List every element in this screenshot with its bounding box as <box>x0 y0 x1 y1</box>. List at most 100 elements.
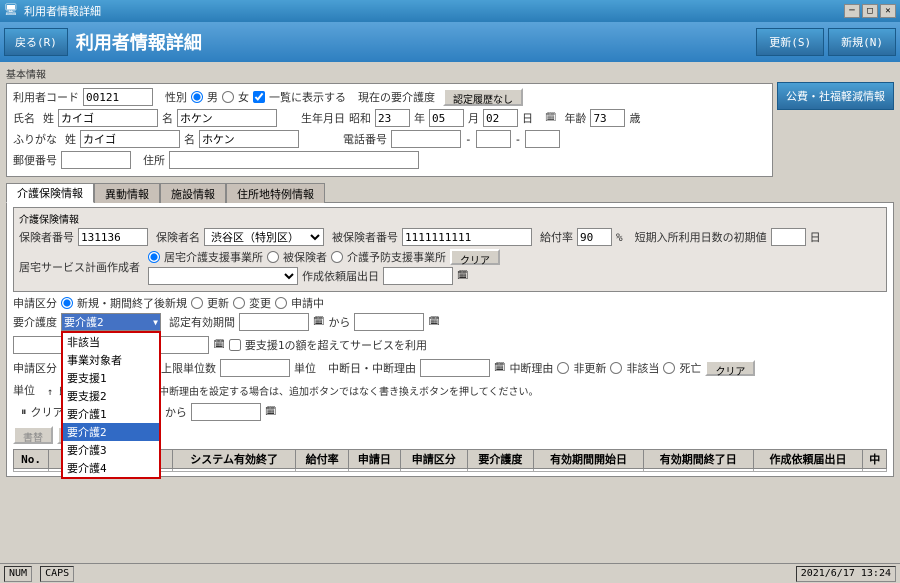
shibou-label: 死亡 <box>679 360 701 376</box>
care-service-select[interactable] <box>148 267 298 285</box>
dropdown-item-0[interactable]: 非該当 <box>63 333 159 351</box>
kyufu-gen-input[interactable] <box>220 359 290 377</box>
birth-year-input[interactable] <box>375 109 410 127</box>
birth-month-unit: 月 <box>468 110 479 126</box>
dropdown-item-2[interactable]: 要支援1 <box>63 369 159 387</box>
shibou-radio[interactable] <box>663 362 675 374</box>
hoken-name-select[interactable]: 渋谷区（特別区） <box>204 228 324 246</box>
nintei-yuko-from-input[interactable] <box>239 313 309 331</box>
yokaigo-label: 要介護度 <box>13 314 57 330</box>
user-code-input[interactable] <box>83 88 153 106</box>
care-service-clear-btn[interactable]: クリア <box>450 249 500 265</box>
nintei-yuko-label: 認定有効期間 <box>169 314 235 330</box>
dropdown-item-1[interactable]: 事業対象者 <box>63 351 159 369</box>
kakikae-btn[interactable]: 書替 <box>13 426 53 444</box>
shinsei-1-radio[interactable] <box>61 297 73 309</box>
furigana-sei-label: 姓 <box>65 131 76 147</box>
furigana-mei-input[interactable] <box>199 130 299 148</box>
chuudan-riyu-label: 中断理由 <box>509 360 553 376</box>
hoken-no-input[interactable] <box>78 228 148 246</box>
sakusei-input[interactable] <box>383 267 453 285</box>
sei-input[interactable] <box>58 109 158 127</box>
unit-label: 単位 <box>13 382 35 398</box>
tab-kaigo[interactable]: 介護保険情報 <box>6 183 94 203</box>
kyotaku-radio[interactable] <box>148 251 160 263</box>
minimize-btn[interactable]: ─ <box>844 4 860 18</box>
sakusei-calendar-icon[interactable]: 🗓 <box>457 271 468 281</box>
nintei-yuko-cal-icon[interactable]: 🗓 <box>313 317 324 327</box>
phone-input3[interactable] <box>525 130 560 148</box>
birth-day-input[interactable] <box>483 109 518 127</box>
furigana-sei-input[interactable] <box>80 130 180 148</box>
list-display-checkbox[interactable] <box>253 91 265 103</box>
content-area: 基本情報 利用者コード 性別 男 女 一覧に表 <box>0 62 900 573</box>
maximize-btn[interactable]: □ <box>862 4 878 18</box>
close-btn[interactable]: ✕ <box>880 4 896 18</box>
yuko-to-cal-icon[interactable]: 🗓 <box>265 407 276 417</box>
dropdown-item-7[interactable]: 要介護4 <box>63 459 159 477</box>
kouhi-button[interactable]: 公費・社福軽減情報 <box>777 82 894 110</box>
birth-day-unit: 日 <box>522 110 533 126</box>
postal-label: 郵便番号 <box>13 152 57 168</box>
yoshien-checkbox[interactable] <box>229 339 241 351</box>
shinsei-3-radio[interactable] <box>233 297 245 309</box>
kaigo-row1: 保険者番号 保険者名 渋谷区（特別区） 被保険者番号 給付率 % 短期入所利用日… <box>19 228 881 246</box>
dropdown-item-4[interactable]: 要介護1 <box>63 405 159 423</box>
phone-input1[interactable] <box>391 130 461 148</box>
age-input[interactable] <box>590 109 625 127</box>
phone-input2[interactable] <box>476 130 511 148</box>
chuudan-bi-cal-icon[interactable]: 🗓 <box>494 363 505 373</box>
cert-history-btn[interactable]: 認定履歴なし <box>443 88 523 106</box>
back-button[interactable]: 戻る(R) <box>4 28 68 56</box>
postal-input[interactable] <box>61 151 131 169</box>
tabs: 介護保険情報 異動情報 施設情報 住所地特例情報 <box>6 183 894 203</box>
hihoken-input[interactable] <box>402 228 532 246</box>
tab-idou[interactable]: 異動情報 <box>94 183 160 203</box>
status-bar: NUM CAPS 2021/6/17 13:24 <box>0 563 900 583</box>
sei-label: 姓 <box>43 110 54 126</box>
birth-year-unit: 年 <box>414 110 425 126</box>
main-window: 戻る(R) 利用者情報詳細 更新(S) 新規(N) 基本情報 利用者コード 性別 <box>0 22 900 583</box>
hihoken-radio[interactable] <box>267 251 279 263</box>
shinsei-4-radio[interactable] <box>275 297 287 309</box>
kaigoyobo-radio[interactable] <box>331 251 343 263</box>
tankyu-label: 短期入所利用日数の初期値 <box>635 229 767 245</box>
col-sakusei: 作成依頼届出日 <box>753 450 863 469</box>
birth-month-input[interactable] <box>429 109 464 127</box>
sakusei-label: 作成依頼届出日 <box>302 268 379 284</box>
dropdown-item-6[interactable]: 要介護3 <box>63 441 159 459</box>
basic-info-label: 基本情報 <box>6 66 773 81</box>
nintei-bi-cal-icon[interactable]: 🗓 <box>213 340 224 350</box>
top-bar: 戻る(R) 利用者情報詳細 更新(S) 新規(N) <box>0 22 900 62</box>
sex-male-radio[interactable] <box>191 91 203 103</box>
chuudan-bi-input[interactable] <box>420 359 490 377</box>
tab-jusho[interactable]: 住所地特例情報 <box>226 183 325 203</box>
hishinki-radio[interactable] <box>557 362 569 374</box>
new-button[interactable]: 新規(N) <box>828 28 896 56</box>
hoken-label: 保険者名 <box>156 229 200 245</box>
birth-calendar-icon[interactable]: 🗓 <box>545 113 556 123</box>
tab-shisetsu[interactable]: 施設情報 <box>160 183 226 203</box>
dropdown-item-5[interactable]: 要介護2 <box>63 423 159 441</box>
shinsei-2-radio[interactable] <box>191 297 203 309</box>
chuudan-clear-btn[interactable]: クリア <box>705 360 755 376</box>
hitogai-radio[interactable] <box>610 362 622 374</box>
dropdown-item-3[interactable]: 要支援2 <box>63 387 159 405</box>
update-button[interactable]: 更新(S) <box>756 28 824 56</box>
age-label: 年齢 <box>564 110 586 126</box>
yuko-to-input[interactable] <box>191 403 261 421</box>
col-yuko-start: 有効期間開始日 <box>534 450 644 469</box>
shinsei-radio-group: 新規・期間終了後新規 更新 変更 申請中 <box>61 295 324 311</box>
yokaigo-dropdown-btn[interactable]: 要介護2 ▼ <box>61 313 161 331</box>
sex-female-radio[interactable] <box>222 91 234 103</box>
shinsei-row: 申請区分 新規・期間終了後新規 更新 変更 申請中 <box>13 295 887 311</box>
kyufu-rate-input[interactable] <box>577 228 612 246</box>
mei-input[interactable] <box>177 109 277 127</box>
address-input[interactable] <box>169 151 419 169</box>
basic-info-row1: 利用者コード 性別 男 女 一覧に表示する 現在の要介護度 認定履歴なし <box>13 88 766 106</box>
nintei-yuko-to-cal-icon[interactable]: 🗓 <box>428 317 439 327</box>
list-display-label: 一覧に表示する <box>269 89 346 105</box>
yoshien-label: 要支援1の額を超えてサービスを利用 <box>245 337 427 353</box>
tankyu-input[interactable] <box>771 228 806 246</box>
nintei-yuko-to-input[interactable] <box>354 313 424 331</box>
